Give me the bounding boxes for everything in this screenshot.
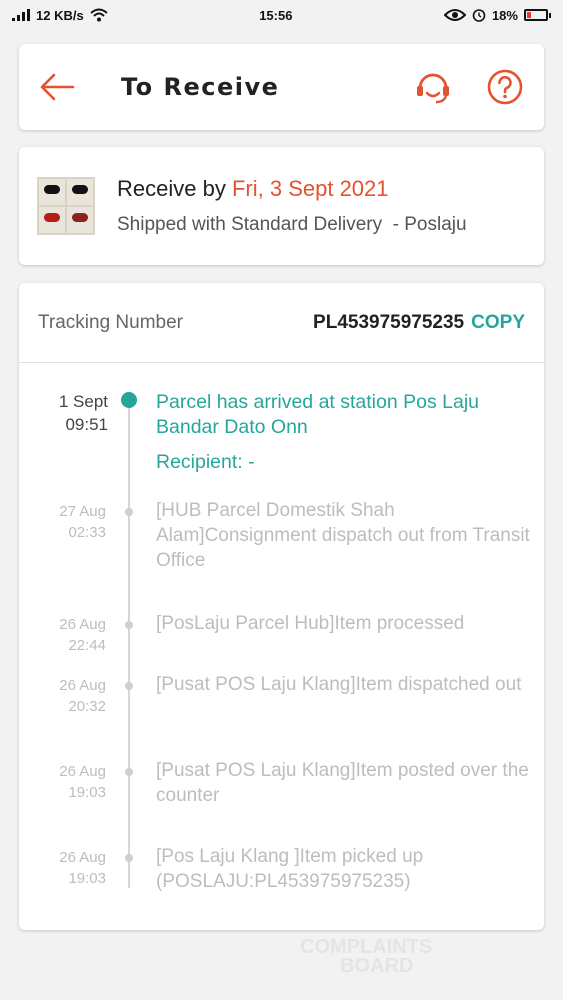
event-description: [PosLaju Parcel Hub]Item processed	[156, 613, 465, 634]
tracking-timeline: 1 Sept 09:51 Parcel has arrived at stati…	[19, 363, 544, 917]
battery-percent: 18%	[491, 7, 518, 23]
network-speed: 12 KB/s	[36, 7, 84, 23]
help-icon	[487, 69, 523, 105]
customer-service-button[interactable]	[414, 68, 452, 106]
event-description: Parcel has arrived at station Pos Laju B…	[156, 391, 480, 438]
wifi-icon	[90, 8, 108, 22]
event-date: 26 Aug	[59, 763, 106, 780]
back-button[interactable]	[39, 67, 79, 107]
event-time: 19:03	[68, 784, 106, 801]
battery-icon	[523, 9, 551, 21]
event-time: 19:03	[68, 870, 106, 887]
timeline-event: 1 Sept 09:51 Parcel has arrived at stati…	[19, 390, 544, 501]
event-date: 26 Aug	[59, 849, 106, 866]
headset-icon	[417, 73, 449, 104]
event-description: [Pusat POS Laju Klang]Item posted over t…	[156, 760, 529, 806]
event-recipient: Recipient: -	[156, 451, 255, 473]
tracking-label: Tracking Number	[38, 311, 184, 333]
page-title: To Receive	[121, 73, 280, 101]
top-bar: To Receive	[19, 44, 544, 130]
eye-icon	[443, 9, 466, 21]
signal-icon	[12, 9, 30, 21]
clock: 15:56	[259, 7, 293, 23]
event-date: 1 Sept	[58, 392, 108, 411]
timeline-dot-active	[121, 392, 137, 408]
event-time: 09:51	[65, 415, 108, 434]
receive-prefix: Receive by	[117, 176, 226, 201]
timeline-event: 26 Aug 19:03 [Pusat POS Laju Klang]Item …	[19, 760, 544, 847]
timeline-dot	[125, 682, 133, 690]
tracking-number: PL453975975235	[313, 311, 465, 333]
help-button[interactable]	[486, 68, 524, 106]
timeline-event: 27 Aug 02:33 [HUB Parcel Domestik Shah A…	[19, 500, 544, 614]
product-thumbnail	[37, 177, 95, 235]
event-time: 02:33	[68, 524, 106, 541]
timeline-event: 26 Aug 20:32 [Pusat POS Laju Klang]Item …	[19, 674, 544, 761]
event-description: [HUB Parcel Domestik Shah Alam]Consignme…	[156, 500, 530, 571]
timeline-dot	[125, 768, 133, 776]
receive-by: Receive by Fri, 3 Sept 2021	[117, 176, 467, 202]
delivery-summary: Receive by Fri, 3 Sept 2021 Shipped with…	[19, 147, 544, 265]
event-time: 20:32	[68, 698, 106, 715]
tracking-card: Tracking Number PL453975975235 COPY 1 Se…	[19, 283, 544, 930]
timeline-dot	[125, 508, 133, 516]
timeline-dot	[125, 854, 133, 862]
status-bar: 12 KB/s 15:56 18%	[0, 0, 563, 30]
event-date: 26 Aug	[59, 616, 106, 633]
event-time: 22:44	[68, 637, 106, 654]
event-description: [Pos Laju Klang ]Item picked up (POSLAJU…	[156, 846, 424, 892]
copy-button[interactable]: COPY	[471, 312, 525, 334]
event-date: 26 Aug	[59, 677, 106, 694]
alarm-icon	[472, 9, 486, 22]
tracking-header: Tracking Number PL453975975235 COPY	[19, 283, 544, 363]
shipping-method: Shipped with Standard Delivery - Poslaju	[117, 214, 467, 235]
event-date: 27 Aug	[59, 503, 106, 520]
timeline-event: 26 Aug 22:44 [PosLaju Parcel Hub]Item pr…	[19, 613, 544, 675]
arrow-left-icon	[40, 73, 75, 101]
receive-date: Fri, 3 Sept 2021	[231, 176, 389, 201]
timeline-dot	[125, 621, 133, 629]
watermark: COMPLAINTS BOARD	[300, 936, 433, 977]
timeline-event: 26 Aug 19:03 [Pos Laju Klang ]Item picke…	[19, 846, 544, 917]
event-description: [Pusat POS Laju Klang]Item dispatched ou…	[156, 674, 522, 695]
